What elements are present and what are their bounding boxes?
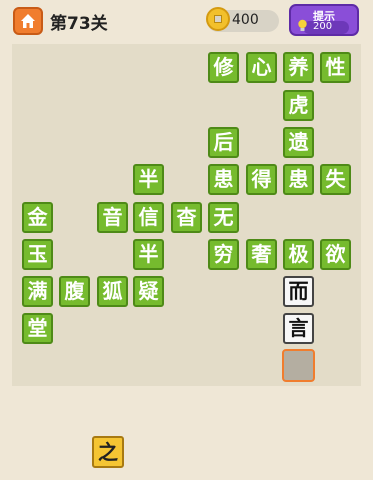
grid-cell: 养 <box>283 52 314 83</box>
home-icon <box>21 14 35 28</box>
coin-icon <box>206 7 230 31</box>
choice-tile[interactable]: 之 <box>92 436 124 468</box>
grid-cell: 患 <box>283 164 314 195</box>
grid-cell: 无 <box>208 202 239 233</box>
coin-count: 400 <box>232 12 259 28</box>
grid-cell: 穷 <box>208 239 239 270</box>
answer-cell-empty[interactable] <box>282 349 315 382</box>
lightbulb-icon <box>298 19 307 31</box>
grid-cell: 欲 <box>320 239 351 270</box>
grid-cell: 狐 <box>97 276 128 307</box>
grid-cell: 金 <box>22 202 53 233</box>
grid-cell: 信 <box>133 202 164 233</box>
grid-cell: 堂 <box>22 313 53 344</box>
grid-cell: 失 <box>320 164 351 195</box>
grid-cell: 患 <box>208 164 239 195</box>
hint-button[interactable]: 提示 200 <box>289 4 359 36</box>
grid-cell: 得 <box>246 164 277 195</box>
grid-cell: 疑 <box>133 276 164 307</box>
grid-cell: 音 <box>97 202 128 233</box>
puzzle-board: 修 心 养 性 虎 后 遗 半 患 得 患 失 金 音 信 杳 无 玉 半 穷 … <box>12 44 361 386</box>
grid-cell: 奢 <box>246 239 277 270</box>
grid-cell: 心 <box>246 52 277 83</box>
answer-cell-filled[interactable]: 言 <box>283 313 314 344</box>
grid-cell: 遗 <box>283 127 314 158</box>
grid-cell: 满 <box>22 276 53 307</box>
home-button[interactable] <box>13 7 43 35</box>
grid-cell: 后 <box>208 127 239 158</box>
level-title: 第73关 <box>50 14 108 34</box>
grid-cell: 杳 <box>171 202 202 233</box>
answer-cell-filled[interactable]: 而 <box>283 276 314 307</box>
grid-cell: 极 <box>283 239 314 270</box>
grid-cell: 半 <box>133 164 164 195</box>
grid-cell: 虎 <box>283 90 314 121</box>
grid-cell: 半 <box>133 239 164 270</box>
grid-cell: 修 <box>208 52 239 83</box>
grid-cell: 玉 <box>22 239 53 270</box>
grid-cell: 腹 <box>59 276 90 307</box>
top-bar: 第73关 400 提示 200 <box>0 0 373 38</box>
grid-cell: 性 <box>320 52 351 83</box>
hint-cost: 200 <box>313 21 333 32</box>
